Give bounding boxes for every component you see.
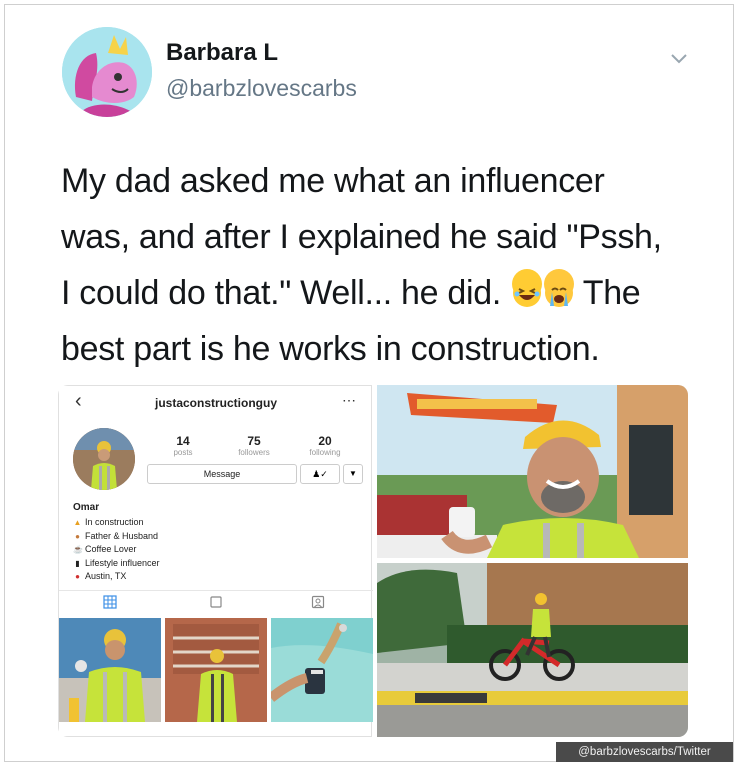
bio-text: Coffee Lover <box>85 544 137 554</box>
ig-tab-bar <box>59 590 373 615</box>
stat-label: following <box>309 448 341 457</box>
ig-profile-picture <box>73 428 135 490</box>
tweet-line: I could do that." Well... he did. The <box>61 265 711 321</box>
laughing-emoji-icon <box>512 269 543 307</box>
tweet-text: My dad asked me what an influencer was, … <box>61 153 711 377</box>
bio-line: ☕ Coffee Lover <box>73 543 160 557</box>
tweet-line-part: I could do that." Well... he did. <box>61 274 502 312</box>
bio-line: ▲ In construction <box>73 516 160 530</box>
bio-text: In construction <box>85 517 144 527</box>
tweet-line: was, and after I explained he said "Pssh… <box>61 218 662 256</box>
crying-emoji-icon <box>544 269 575 307</box>
tweet-card: Barbara L @barbzlovescarbs My dad asked … <box>4 4 734 762</box>
laughing-worker-photo[interactable] <box>377 385 688 558</box>
avatar[interactable] <box>62 27 152 117</box>
tweet-line-part: The <box>574 274 641 312</box>
chevron-down-icon[interactable] <box>668 47 690 69</box>
message-button[interactable]: Message <box>147 464 297 484</box>
author-name[interactable]: Barbara L <box>166 39 278 67</box>
ig-post-thumbnail[interactable] <box>59 618 161 722</box>
coffee-icon: ☕ <box>73 545 83 554</box>
ig-bio-name: Omar <box>73 502 100 513</box>
ig-bio: ▲ In construction ● Father & Husband ☕ Coff… <box>73 516 160 584</box>
stat-value: 20 <box>318 434 332 448</box>
instagram-profile-screenshot[interactable]: ‹ justaconstructionguy ⋯ 14 posts 75 fol… <box>58 385 373 737</box>
ig-stat-followers[interactable]: 75 followers <box>224 434 284 457</box>
tagged-photos-icon[interactable] <box>311 595 325 609</box>
bio-line: ● Father & Husband <box>73 530 160 544</box>
bio-line: ▮ Lifestyle influencer <box>73 557 160 571</box>
phone-icon: ▮ <box>75 558 80 568</box>
ig-post-thumbnail[interactable] <box>165 618 267 722</box>
bio-text: Father & Husband <box>85 530 159 541</box>
person-check-icon: ♟✓ <box>312 469 328 479</box>
construction-worker-icon: ▲ <box>73 518 82 527</box>
ig-post-grid <box>59 618 373 737</box>
bio-line: ● Austin, TX <box>73 570 160 584</box>
ig-post-thumbnail[interactable] <box>271 618 373 722</box>
following-button[interactable]: ♟✓ <box>300 464 340 484</box>
author-handle[interactable]: @barbzlovescarbs <box>166 75 357 102</box>
stat-label: posts <box>173 448 193 457</box>
tweet-line: best part is he works in construction. <box>61 330 600 368</box>
suggested-dropdown-icon[interactable]: ▼ <box>343 464 363 484</box>
family-icon: ● <box>75 531 80 541</box>
stat-label: followers <box>238 448 270 457</box>
stat-value: 14 <box>176 434 190 448</box>
ig-username: justaconstructionguy <box>154 396 277 410</box>
more-options-icon: ⋯ <box>342 392 356 408</box>
igtv-icon[interactable] <box>209 595 223 609</box>
pin-icon: ● <box>75 572 80 581</box>
tweet-line: My dad asked me what an influencer <box>61 162 605 200</box>
ig-stat-following[interactable]: 20 following <box>295 434 355 457</box>
bio-text: Austin, TX <box>85 571 127 581</box>
worker-on-bike-photo[interactable] <box>377 563 688 737</box>
ig-stat-posts[interactable]: 14 posts <box>153 434 213 457</box>
tweet-media-grid[interactable]: ‹ justaconstructionguy ⋯ 14 posts 75 fol… <box>58 385 688 737</box>
bio-text: Lifestyle influencer <box>85 557 160 568</box>
stat-value: 75 <box>247 434 261 448</box>
grid-view-icon[interactable] <box>103 595 117 609</box>
source-watermark: @barbzlovescarbs/Twitter <box>556 742 733 762</box>
